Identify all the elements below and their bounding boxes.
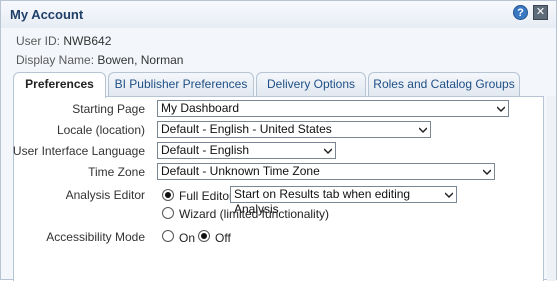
full-editor-radio[interactable] — [162, 189, 174, 201]
ui-language-select[interactable]: Default - English — [157, 142, 336, 159]
chevron-down-icon — [483, 169, 491, 176]
tab-roles-and-catalog-groups[interactable]: Roles and Catalog Groups — [368, 72, 520, 96]
ui-language-label: User Interface Language — [12, 144, 145, 158]
wizard-label: Wizard (limited functionality) — [179, 207, 330, 221]
display-name-row: Display Name: Bowen, Norman — [16, 53, 183, 67]
accessibility-off-label: Off — [215, 231, 231, 245]
starting-page-select[interactable]: My Dashboard — [157, 100, 509, 117]
starting-page-label: Starting Page — [72, 102, 145, 116]
chevron-down-icon — [324, 148, 332, 155]
chevron-down-icon — [445, 192, 453, 199]
display-name-label: Display Name: — [16, 53, 95, 67]
tab-bi-publisher-preferences[interactable]: BI Publisher Preferences — [108, 72, 254, 96]
user-id-row: User ID: NWB642 — [16, 34, 111, 48]
tab-preferences[interactable]: Preferences — [13, 72, 106, 98]
tab-bar: Preferences BI Publisher Preferences Del… — [13, 72, 543, 98]
display-name-value: Bowen, Norman — [97, 53, 184, 67]
user-id-label: User ID: — [16, 34, 61, 48]
full-editor-label: Full Editor — [179, 189, 234, 203]
analysis-editor-label: Analysis Editor — [65, 188, 145, 202]
accessibility-on-label: On — [179, 231, 196, 245]
my-account-dialog: My Account ? ✕ User ID: NWB642 Display N… — [0, 0, 557, 281]
user-id-value: NWB642 — [63, 34, 112, 48]
time-zone-value: Default - Unknown Time Zone — [161, 164, 320, 178]
locale-value: Default - English - United States — [161, 122, 332, 136]
full-editor-start-select[interactable]: Start on Results tab when editing Analys… — [230, 186, 457, 216]
chevron-down-icon — [419, 127, 427, 134]
ui-language-value: Default - English — [161, 143, 250, 157]
dialog-titlebar: My Account ? ✕ — [1, 1, 556, 28]
starting-page-value: My Dashboard — [161, 101, 240, 115]
accessibility-on-radio[interactable] — [162, 230, 174, 242]
close-icon[interactable]: ✕ — [533, 5, 548, 20]
time-zone-label: Time Zone — [88, 165, 145, 179]
vertical-scrollbar[interactable] — [547, 96, 556, 281]
tab-delivery-options[interactable]: Delivery Options — [256, 72, 366, 96]
locale-select[interactable]: Default - English - United States — [157, 121, 431, 138]
accessibility-mode-label: Accessibility Mode — [46, 230, 145, 244]
locale-label: Locale (location) — [56, 123, 145, 137]
dialog-title: My Account — [10, 7, 84, 22]
time-zone-select[interactable]: Default - Unknown Time Zone — [157, 163, 495, 180]
wizard-radio[interactable] — [162, 207, 174, 219]
chevron-down-icon — [497, 106, 505, 113]
accessibility-off-radio[interactable] — [198, 230, 210, 242]
help-icon[interactable]: ? — [513, 5, 528, 20]
